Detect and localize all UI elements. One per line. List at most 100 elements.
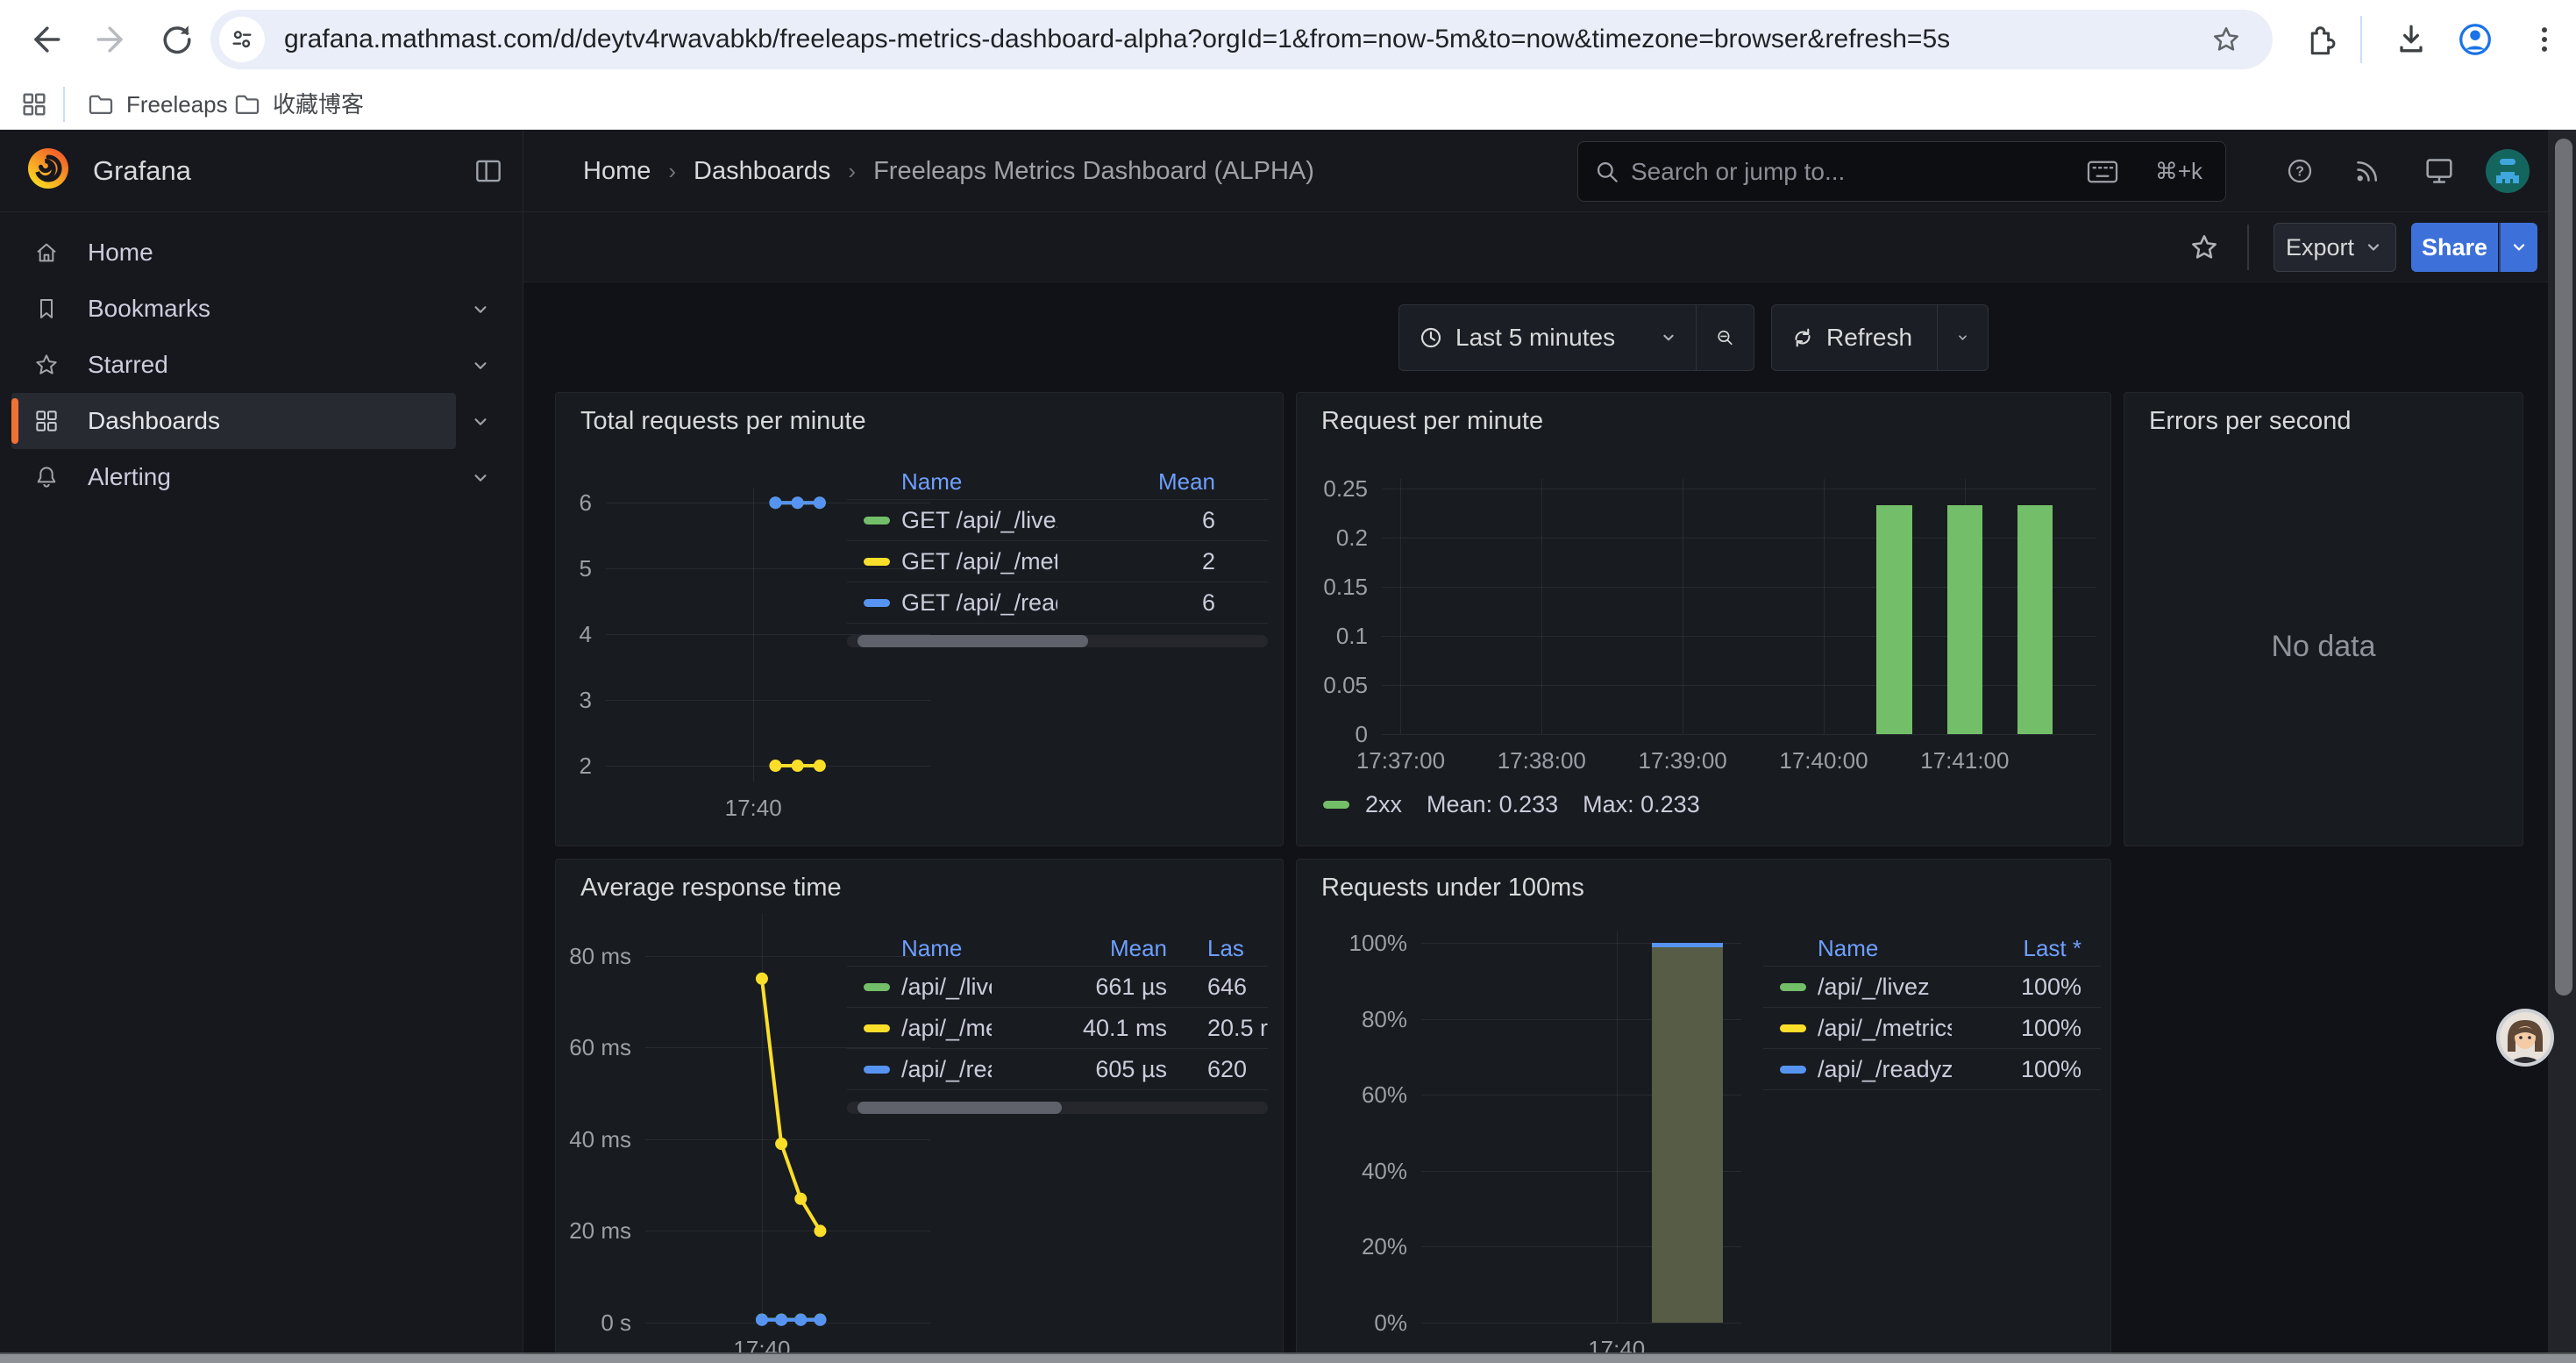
y-axis-tick-label: 60 ms — [559, 1032, 631, 1062]
gridline — [1400, 479, 1401, 734]
sidebar-item-label: Starred — [88, 337, 168, 393]
top-navbar: Home›Dashboards›Freeleaps Metrics Dashbo… — [523, 130, 2576, 212]
series-swatch — [1780, 1066, 1806, 1074]
bookmark-icon — [32, 295, 60, 323]
zoom-out-button[interactable] — [1696, 305, 1754, 370]
legend-value-cell: 605 µs — [992, 1056, 1167, 1083]
legend-row[interactable]: /api/_/metrics100% — [1763, 1008, 2101, 1049]
sidebar: Grafana Home Bookmarks Starred Dashboard… — [0, 130, 523, 1363]
apps-grid-icon[interactable] — [19, 89, 49, 119]
breadcrumb-home[interactable]: Home — [583, 157, 651, 185]
gridline — [1421, 1323, 1741, 1324]
search-icon — [1592, 157, 1622, 187]
bar — [1652, 943, 1723, 1323]
plot-area — [645, 913, 930, 1323]
sidebar-item-home[interactable]: Home — [11, 225, 456, 281]
window-bottom-edge — [0, 1352, 2576, 1363]
gridline — [1382, 685, 2096, 686]
bookmark-folder-freeleaps[interactable]: Freeleaps — [86, 79, 228, 130]
news-rss-icon[interactable] — [2352, 155, 2383, 187]
legend-header-cell: Last * — [1952, 935, 2101, 962]
menu-kebab-icon[interactable] — [2527, 20, 2562, 59]
breadcrumb-dashboards[interactable]: Dashboards — [694, 157, 830, 185]
chevron-down-icon[interactable] — [469, 467, 492, 489]
y-axis-tick-label: 60% — [1335, 1080, 1407, 1110]
export-button[interactable]: Export — [2274, 223, 2396, 272]
panel-legend-inline[interactable]: 2xx Mean: 0.233 Max: 0.233 — [1323, 792, 1700, 817]
sidebar-item-starred[interactable]: Starred — [11, 337, 456, 393]
favorite-star-icon[interactable] — [2188, 231, 2221, 264]
profile-icon[interactable] — [2455, 19, 2495, 60]
monitor-icon[interactable] — [2422, 153, 2457, 189]
share-button[interactable]: Share — [2411, 223, 2498, 272]
bookmark-star-icon[interactable] — [2210, 23, 2243, 56]
plot-area — [606, 488, 930, 781]
x-axis-tick-label: 17:38:00 — [1467, 746, 1616, 774]
legend-header-cell: Mean — [1057, 468, 1268, 496]
panel-title[interactable]: Average response time — [580, 874, 842, 903]
refresh-interval-button[interactable] — [1937, 305, 1988, 370]
time-range-button[interactable]: Last 5 minutes — [1399, 305, 1696, 370]
scrollbar-thumb[interactable] — [2555, 139, 2572, 995]
url-text[interactable]: grafana.mathmast.com/d/deytv4rwavabkb/fr… — [284, 10, 1950, 69]
star-icon — [32, 351, 60, 379]
panel-errors-per-second: Errors per second No data — [2124, 392, 2523, 846]
reload-icon[interactable] — [158, 20, 196, 59]
bookmark-label: Freeleaps — [126, 80, 228, 130]
y-axis-tick-label: 2 — [555, 751, 592, 781]
user-avatar[interactable] — [2486, 149, 2530, 193]
legend-header-row: NameLast * — [1763, 931, 2101, 967]
panel-title[interactable]: Total requests per minute — [580, 407, 866, 436]
search-input[interactable]: Search or jump to... ⌘+k — [1577, 141, 2226, 202]
chevron-down-icon[interactable] — [469, 298, 492, 321]
assistant-avatar[interactable] — [2495, 1008, 2555, 1067]
toolbar-divider — [2247, 225, 2249, 270]
bookmark-folder-blogs[interactable]: 收藏博客 — [232, 79, 364, 130]
collapse-sidebar-icon[interactable] — [472, 154, 505, 188]
series-swatch — [1780, 983, 1806, 991]
refresh-button[interactable]: Refresh — [1772, 305, 1937, 370]
legend-value-cell: 20.5 r — [1167, 1015, 1268, 1042]
panel-title[interactable]: Request per minute — [1321, 407, 1543, 436]
address-bar[interactable]: grafana.mathmast.com/d/deytv4rwavabkb/fr… — [210, 10, 2273, 69]
svg-text:?: ? — [2295, 164, 2304, 179]
refresh-icon — [1790, 325, 1816, 351]
legend-value-cell: 646 — [1167, 974, 1268, 1001]
y-axis-tick-label: 100% — [1335, 928, 1407, 958]
sidebar-item-label: Alerting — [88, 449, 171, 505]
panel-title[interactable]: Errors per second — [2149, 407, 2352, 436]
legend-series-cell: /api/_/readyz — [1763, 1056, 1952, 1083]
sidebar-item-dashboards[interactable]: Dashboards — [11, 393, 456, 449]
x-axis-tick-label: 17:39:00 — [1608, 746, 1757, 774]
brand-name[interactable]: Grafana — [93, 130, 191, 212]
sidebar-item-bookmarks[interactable]: Bookmarks — [11, 281, 456, 337]
chevron-down-icon[interactable] — [469, 410, 492, 433]
sidebar-item-alerting[interactable]: Alerting — [11, 449, 456, 505]
download-icon[interactable] — [2392, 20, 2430, 59]
panel-title[interactable]: Requests under 100ms — [1321, 874, 1584, 903]
help-icon[interactable]: ? — [2284, 155, 2316, 187]
dashboards-grid-icon — [32, 407, 60, 435]
site-settings-button[interactable] — [219, 17, 265, 62]
panel-average-response-time: Average response time NameMeanLas/api/_/… — [555, 859, 1284, 1363]
legend-row[interactable]: /api/_/readyz100% — [1763, 1049, 2101, 1090]
back-icon[interactable] — [26, 20, 65, 59]
legend-row[interactable]: /api/_/livez100% — [1763, 967, 2101, 1008]
y-axis-tick-label: 0 s — [559, 1308, 631, 1338]
extensions-icon[interactable] — [2302, 21, 2338, 58]
plot-area — [1382, 479, 2096, 734]
no-data-message: No data — [2124, 630, 2523, 664]
gridline — [1617, 931, 1618, 1323]
chevron-down-icon[interactable] — [469, 354, 492, 377]
y-axis-tick-label: 0.25 — [1296, 474, 1368, 503]
forward-icon[interactable] — [92, 20, 131, 59]
panel-request-per-minute: Request per minute 2xx Mean: 0.233 Max: … — [1296, 392, 2111, 846]
y-axis-tick-label: 80 ms — [559, 941, 631, 971]
share-menu-button[interactable] — [2499, 223, 2537, 272]
y-axis-tick-label: 5 — [555, 553, 592, 583]
y-axis-tick-label: 0 — [1296, 719, 1368, 749]
grafana-logo-icon[interactable] — [23, 142, 74, 193]
legend-series-cell: /api/_/livez — [1763, 974, 1952, 1001]
chevron-down-icon — [2363, 237, 2384, 258]
y-axis-tick-label: 3 — [555, 685, 592, 715]
